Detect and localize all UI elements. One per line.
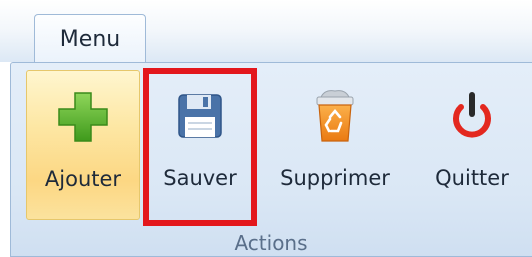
plus-icon xyxy=(55,89,111,145)
save-button[interactable]: Sauver xyxy=(154,70,246,220)
power-icon xyxy=(444,88,500,144)
ribbon-window: Menu Ajouter Sauver Supprimer Quitter Ac… xyxy=(0,0,532,257)
quit-button[interactable]: Quitter xyxy=(420,70,524,220)
tab-strip: Menu xyxy=(0,0,532,64)
group-label-actions: Actions xyxy=(234,230,308,255)
delete-button-label: Supprimer xyxy=(280,166,390,190)
recycle-bin-icon xyxy=(307,88,363,144)
floppy-disk-icon xyxy=(172,88,228,144)
delete-button[interactable]: Supprimer xyxy=(266,70,404,220)
quit-button-label: Quitter xyxy=(435,166,509,190)
save-button-label: Sauver xyxy=(163,166,237,190)
tab-menu[interactable]: Menu xyxy=(34,14,146,64)
add-button[interactable]: Ajouter xyxy=(26,70,140,220)
add-button-label: Ajouter xyxy=(44,167,122,191)
